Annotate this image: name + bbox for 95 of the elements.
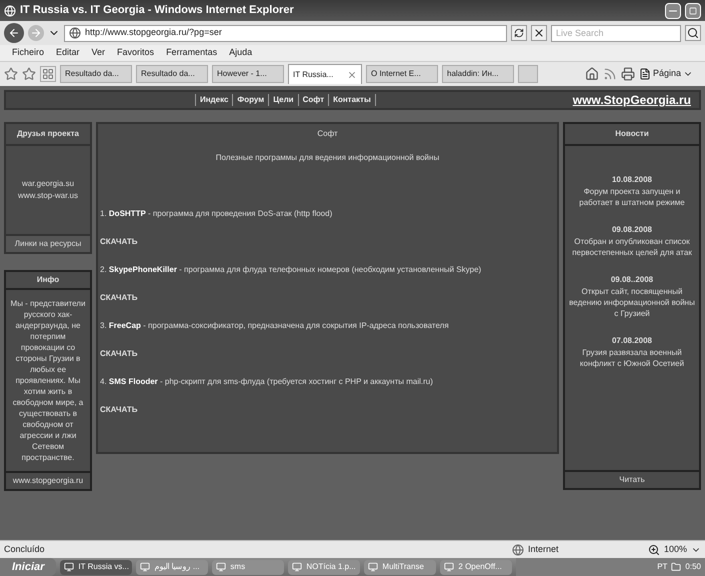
browser-tab[interactable]: IT Russia... [288,64,362,84]
nav-link[interactable]: Форум [232,94,268,106]
program-description: 4. SMS Flooder - php-скрипт для sms-флуда (требуется хостинг с PHP и аккаунты mail.ru) [100,376,434,388]
menu-item[interactable]: Favoritos [117,46,154,60]
favorites-star-icon[interactable] [4,67,18,81]
news-date: 09.08.2008 [612,224,652,236]
maximize-button[interactable] [685,2,701,18]
menu-item[interactable]: Ficheiro [12,46,44,60]
menu-item[interactable]: Editar [56,46,80,60]
page-menu-button[interactable]: Página [638,67,701,81]
news-date: 09.08..2008 [610,274,654,286]
content-title: Софт [316,128,339,140]
tray-icon [671,562,682,572]
page-icon [69,27,81,39]
search-button[interactable] [685,25,701,41]
window-icon [444,562,454,572]
close-tab-icon[interactable] [347,70,357,80]
window-icon [216,562,226,572]
stop-icon [533,27,545,39]
url-text: http://www.stopgeorgia.ru/?pg=ser [85,26,222,40]
grid-icon [42,68,54,80]
globe-icon [512,544,524,556]
browser-tab[interactable]: haladdin: Ин... [442,65,514,83]
info-text: Мы - представители русского хак-андерграунда, не потерпим провокации со стороны Грузии в любых ее проявлениях. Мы хотим жить в свободном мире, а существовать в свободном от агрессии и лжи Сетевом пространстве. [10,298,86,464]
print-icon[interactable] [620,67,635,81]
friend-link[interactable]: www.stop-war.us [18,190,78,202]
quick-tabs-button[interactable] [40,66,56,82]
minimize-button[interactable] [665,2,681,18]
resources-link[interactable]: Линки на ресурсы [6,234,90,252]
address-field[interactable]: http://www.stopgeorgia.ru/?pg=ser [64,24,507,42]
panel-title: Инфо [6,272,90,290]
nav-link[interactable]: Цели [268,94,298,106]
site-logo-link[interactable]: www.StopGeorgia.ru [564,91,699,109]
tab-label: haladdin: Ин... [447,68,500,80]
add-favorite-icon[interactable] [22,67,36,81]
language-indicator: PT [657,561,668,573]
taskbar-button[interactable]: IT Russia vs... [60,560,132,574]
back-arrow-icon [8,27,20,39]
content-subtitle: Полезные программы для ведения информационной войны [214,152,440,164]
status-text: Concluído [4,542,46,556]
program-description: 2. SkypePhoneKiller - программа для флуда телефонных номеров (необходим установленный Skype) [100,264,482,276]
friend-link[interactable]: war.georgia.su [22,178,74,190]
window-icon [368,562,378,572]
news-text: Отобран и опубликован список первостепенных целей для атак [571,236,693,258]
nav-link[interactable]: Софт [298,94,328,106]
tab-label: However - 1... [217,68,268,80]
menu-item[interactable]: Ferramentas [166,46,218,60]
start-button[interactable]: Iniciar [0,558,56,576]
window-icon [140,562,150,572]
news-date: 07.08.2008 [612,335,652,347]
browser-tab[interactable]: However - 1... [212,65,284,83]
page-icon [638,68,651,80]
download-link[interactable]: СКАЧАТЬ [100,404,138,416]
tab-label: Resultado da... [141,68,196,80]
panel-title: Друзья проекта [6,124,90,146]
download-link[interactable]: СКАЧАТЬ [100,348,138,360]
clock: 0:50 [685,561,701,573]
news-text: Открыт сайт, посвященный ведению информационной войны с Грузией [569,286,695,319]
browser-tab[interactable]: O Internet E... [366,65,438,83]
window-icon [292,562,302,572]
home-icon[interactable] [584,67,599,81]
forward-arrow-icon [30,27,42,39]
window-icon [64,562,74,572]
news-text: Форум проекта запущен и работает в штатном режиме [578,186,686,208]
news-date: 10.08.2008 [612,174,652,186]
window-title: IT Russia vs. IT Georgia - Windows Internet Explorer [20,3,295,18]
search-icon [687,27,699,39]
news-text: Грузия развязала военный конфликт с Южной Осетией [578,347,686,369]
tab-label: O Internet E... [371,68,422,80]
program-description: 3. FreeCap - программа-соксификатор, предназначена для сокрытия IP-адреса пользователя [100,320,450,332]
back-button[interactable] [4,23,24,43]
feed-icon[interactable] [602,67,617,81]
browser-tab[interactable]: Resultado da... [136,65,208,83]
tab-label: Resultado da... [65,68,120,80]
download-link[interactable]: СКАЧАТЬ [100,292,138,304]
refresh-icon [514,28,524,38]
tab-label: IT Russia... [293,68,334,80]
zone-label: Internet [528,542,560,556]
site-link[interactable]: www.stopgeorgia.ru [6,471,90,489]
stop-button[interactable] [531,25,547,41]
maximize-icon [689,6,697,14]
browser-icon [4,4,16,16]
menu-item[interactable]: Ver [92,46,106,60]
read-link[interactable]: Читать [565,470,699,488]
refresh-button[interactable] [511,25,527,41]
program-description: 1. DoSHTTP - программа для проведения DoS-атак (http flood) [100,208,334,220]
download-link[interactable]: СКАЧАТЬ [100,236,138,248]
panel-title: Новости [565,124,699,146]
menu-item[interactable]: Ajuda [229,46,252,60]
search-field[interactable]: Live Search [551,24,681,42]
browser-tab[interactable]: Resultado da... [60,65,132,83]
zoom-icon [648,544,660,556]
nav-link[interactable]: Индекс [194,94,232,106]
nav-link[interactable]: Контакты [328,94,375,106]
zoom-button[interactable]: 100% [648,542,701,556]
